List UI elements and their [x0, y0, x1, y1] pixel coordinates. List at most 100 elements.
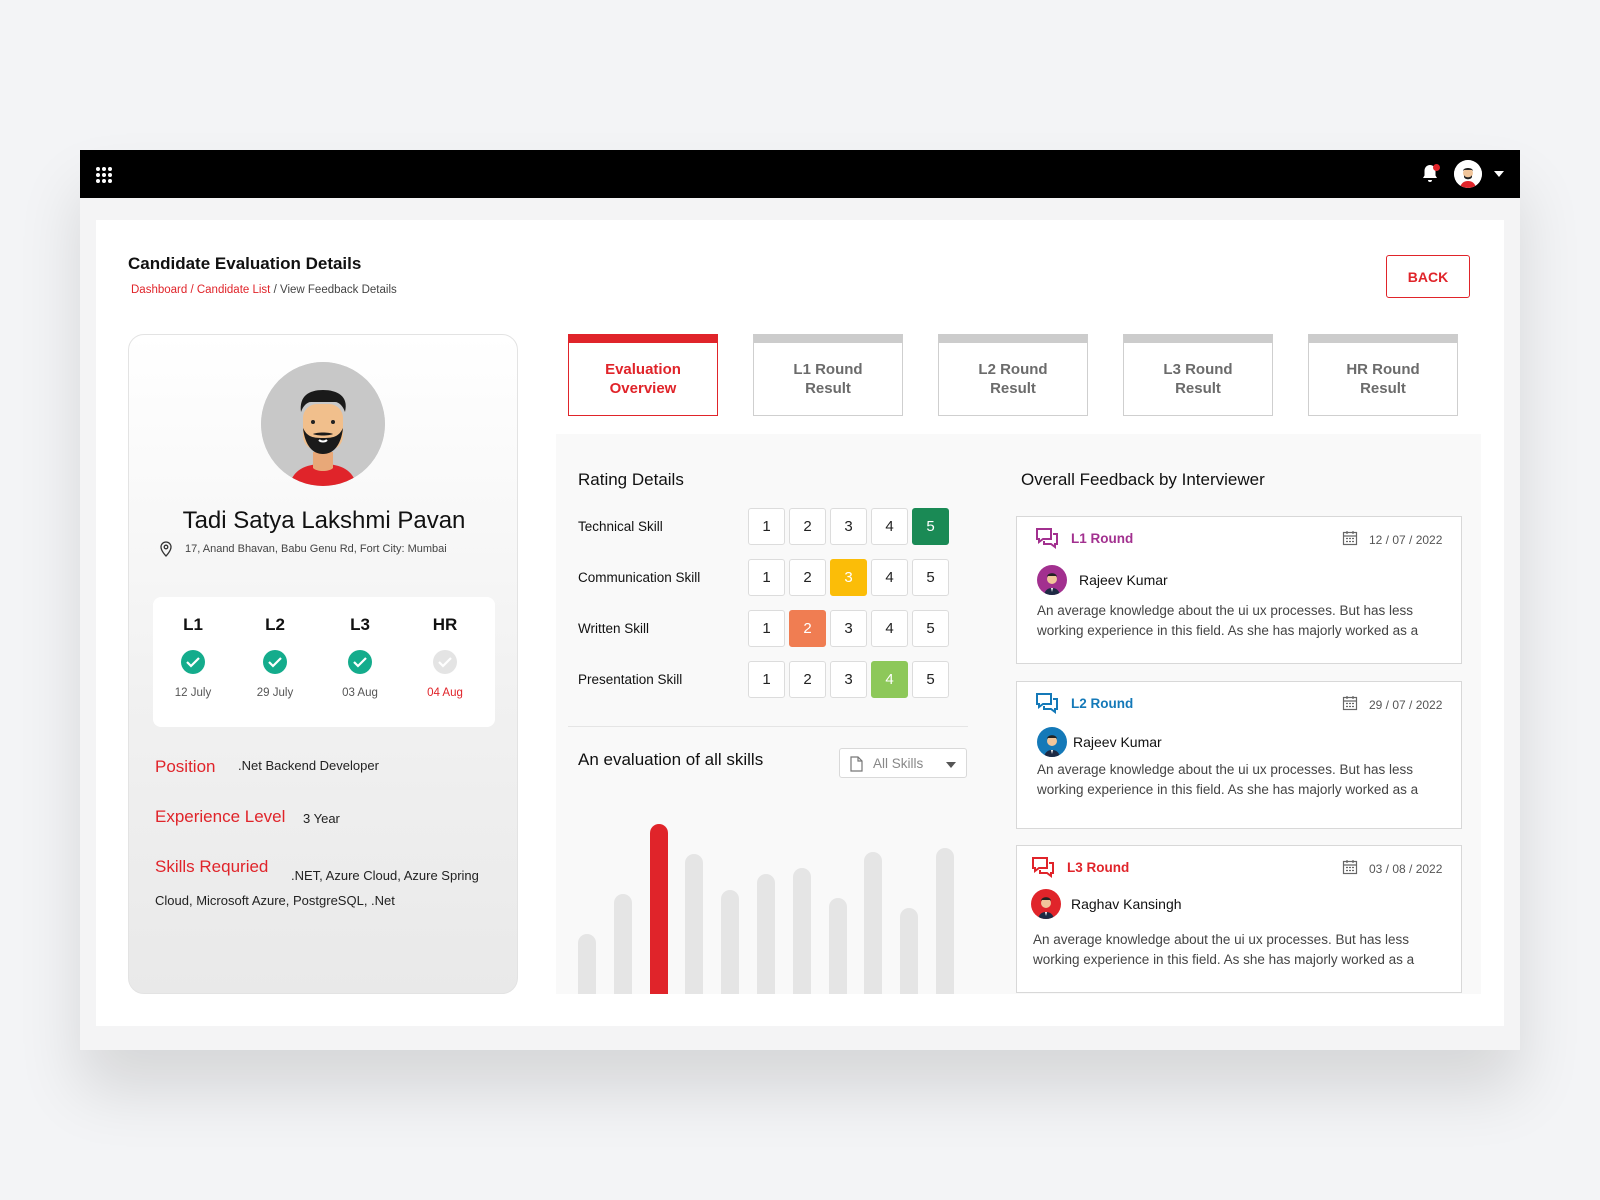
skill-rating-row: Presentation Skill 1 2 3 4 5 [578, 661, 958, 699]
notification-dot [1433, 164, 1440, 171]
rating-option[interactable]: 2 [789, 559, 826, 596]
chat-bubbles-icon [1032, 857, 1054, 878]
app-window: Candidate Evaluation Details Dashboard /… [80, 150, 1520, 1050]
round-progress: L1 12 July L2 29 July L3 03 Aug HR 04 Au… [153, 597, 495, 727]
chart-bar [829, 898, 847, 994]
page-title: Candidate Evaluation Details [128, 254, 362, 273]
chart-bar [721, 890, 739, 994]
rating-option[interactable]: 5 [912, 559, 949, 596]
rating-option[interactable]: 3 [830, 661, 867, 698]
section-divider [568, 726, 968, 727]
skill-name: Written Skill [578, 621, 650, 636]
feedback-date: 29 / 07 / 2022 [1369, 698, 1443, 712]
rating-option[interactable]: 2 [789, 508, 826, 545]
grid-menu-icon[interactable] [96, 167, 112, 183]
experience-value: 3 Year [303, 811, 340, 826]
feedback-card-l1[interactable]: L1 Round 12 / 07 / 2022 Rajeev Kumar An … [1016, 516, 1462, 664]
position-label: Position [155, 757, 216, 776]
round-date: 12 July [174, 687, 212, 699]
feedback-date: 12 / 07 / 2022 [1369, 533, 1443, 547]
rating-option[interactable]: 1 [748, 610, 785, 647]
rating-option-selected[interactable]: 3 [830, 559, 867, 596]
rating-option[interactable]: 3 [830, 508, 867, 545]
feedback-title: Overall Feedback by Interviewer [1021, 470, 1265, 489]
feedback-text: An average knowledge about the ui ux pro… [1037, 603, 1419, 638]
chart-bar [864, 852, 882, 994]
tab-evaluation-overview[interactable]: Evaluation Overview [568, 334, 718, 416]
user-menu[interactable] [1454, 160, 1514, 188]
round-date: 29 July [256, 687, 294, 699]
chevron-down-icon[interactable] [1494, 171, 1504, 177]
rating-option[interactable]: 4 [871, 610, 908, 647]
rating-option[interactable]: 4 [871, 559, 908, 596]
check-circle-icon [433, 650, 457, 674]
top-bar [80, 150, 1520, 198]
rating-option[interactable]: 5 [912, 661, 949, 698]
skill-rating-row: Communication Skill 1 2 3 4 5 [578, 559, 958, 597]
tab-l2-round-result[interactable]: L2 Round Result [938, 334, 1088, 416]
notification-bell-icon[interactable] [1418, 162, 1442, 186]
rating-option[interactable]: 1 [748, 559, 785, 596]
experience-label: Experience Level [155, 807, 286, 826]
breadcrumb-dashboard[interactable]: Dashboard [131, 284, 187, 296]
chart-bar [578, 934, 596, 994]
tab-l3-round-result[interactable]: L3 Round Result [1123, 334, 1273, 416]
rating-option[interactable]: 1 [748, 508, 785, 545]
rating-option-selected[interactable]: 5 [912, 508, 949, 545]
feedback-date: 03 / 08 / 2022 [1369, 862, 1443, 876]
rating-option[interactable]: 4 [871, 508, 908, 545]
feedback-round: L2 Round [1071, 696, 1134, 711]
feedback-text: An average knowledge about the ui ux pro… [1037, 762, 1419, 797]
round-label: L3 [350, 615, 370, 634]
chart-bar [685, 854, 703, 994]
calendar-icon [1342, 531, 1358, 546]
round-label: HR [432, 615, 458, 634]
feedback-card-l2[interactable]: L2 Round 29 / 07 / 2022 Rajeev Kumar An … [1016, 681, 1462, 829]
chart-bar [614, 894, 632, 994]
chart-bar [900, 908, 918, 994]
dropdown-value: All Skills [873, 756, 924, 771]
user-avatar [1454, 160, 1482, 188]
interviewer-name: Raghav Kansingh [1071, 896, 1182, 912]
chart-bar [936, 848, 954, 994]
rating-option[interactable]: 2 [789, 661, 826, 698]
address-text: 17, Anand Bhavan, Babu Genu Rd, Fort Cit… [185, 543, 447, 555]
rating-option[interactable]: 3 [830, 610, 867, 647]
skill-name: Communication Skill [578, 570, 701, 585]
skill-rating-row: Written Skill 1 2 3 4 5 [578, 610, 958, 648]
calendar-icon [1342, 696, 1358, 711]
candidate-photo [261, 362, 385, 486]
rating-option-selected[interactable]: 2 [789, 610, 826, 647]
document-icon [850, 756, 863, 772]
rating-option[interactable]: 1 [748, 661, 785, 698]
check-circle-icon [348, 650, 372, 674]
feedback-card-l3[interactable]: L3 Round 03 / 08 / 2022 Raghav Kansingh … [1016, 845, 1462, 993]
rating-option-selected[interactable]: 4 [871, 661, 908, 698]
calendar-icon [1342, 860, 1358, 875]
check-circle-icon [181, 650, 205, 674]
breadcrumb-candidate-list[interactable]: Candidate List [197, 284, 271, 296]
round-label: L1 [183, 615, 203, 634]
skill-rating-row: Technical Skill 1 2 3 4 5 [578, 508, 958, 546]
round-date: 04 Aug [427, 687, 463, 699]
tab-l1-round-result[interactable]: L1 Round Result [753, 334, 903, 416]
chart-bar [793, 868, 811, 994]
main-card: Candidate Evaluation Details Dashboard /… [96, 220, 1504, 1026]
chat-bubbles-icon [1036, 528, 1058, 549]
rating-option[interactable]: 5 [912, 610, 949, 647]
location-pin-icon [160, 541, 172, 557]
skill-name: Presentation Skill [578, 672, 683, 687]
skills-value: .NET, Azure Cloud, Azure Spring Cloud, M… [155, 868, 479, 908]
tab-hr-round-result[interactable]: HR Round Result [1308, 334, 1458, 416]
skills-filter-dropdown[interactable]: All Skills [839, 748, 967, 778]
round-date: 03 Aug [342, 687, 378, 699]
chart-bar [757, 874, 775, 994]
check-circle-icon [263, 650, 287, 674]
interviewer-avatar [1037, 565, 1067, 595]
evaluation-title: An evaluation of all skills [578, 750, 764, 769]
round-label: L2 [265, 615, 285, 634]
rating-details-title: Rating Details [578, 470, 684, 489]
feedback-text: An average knowledge about the ui ux pro… [1033, 932, 1415, 967]
back-button[interactable]: BACK [1386, 255, 1470, 298]
breadcrumb-current: View Feedback Details [279, 284, 397, 296]
